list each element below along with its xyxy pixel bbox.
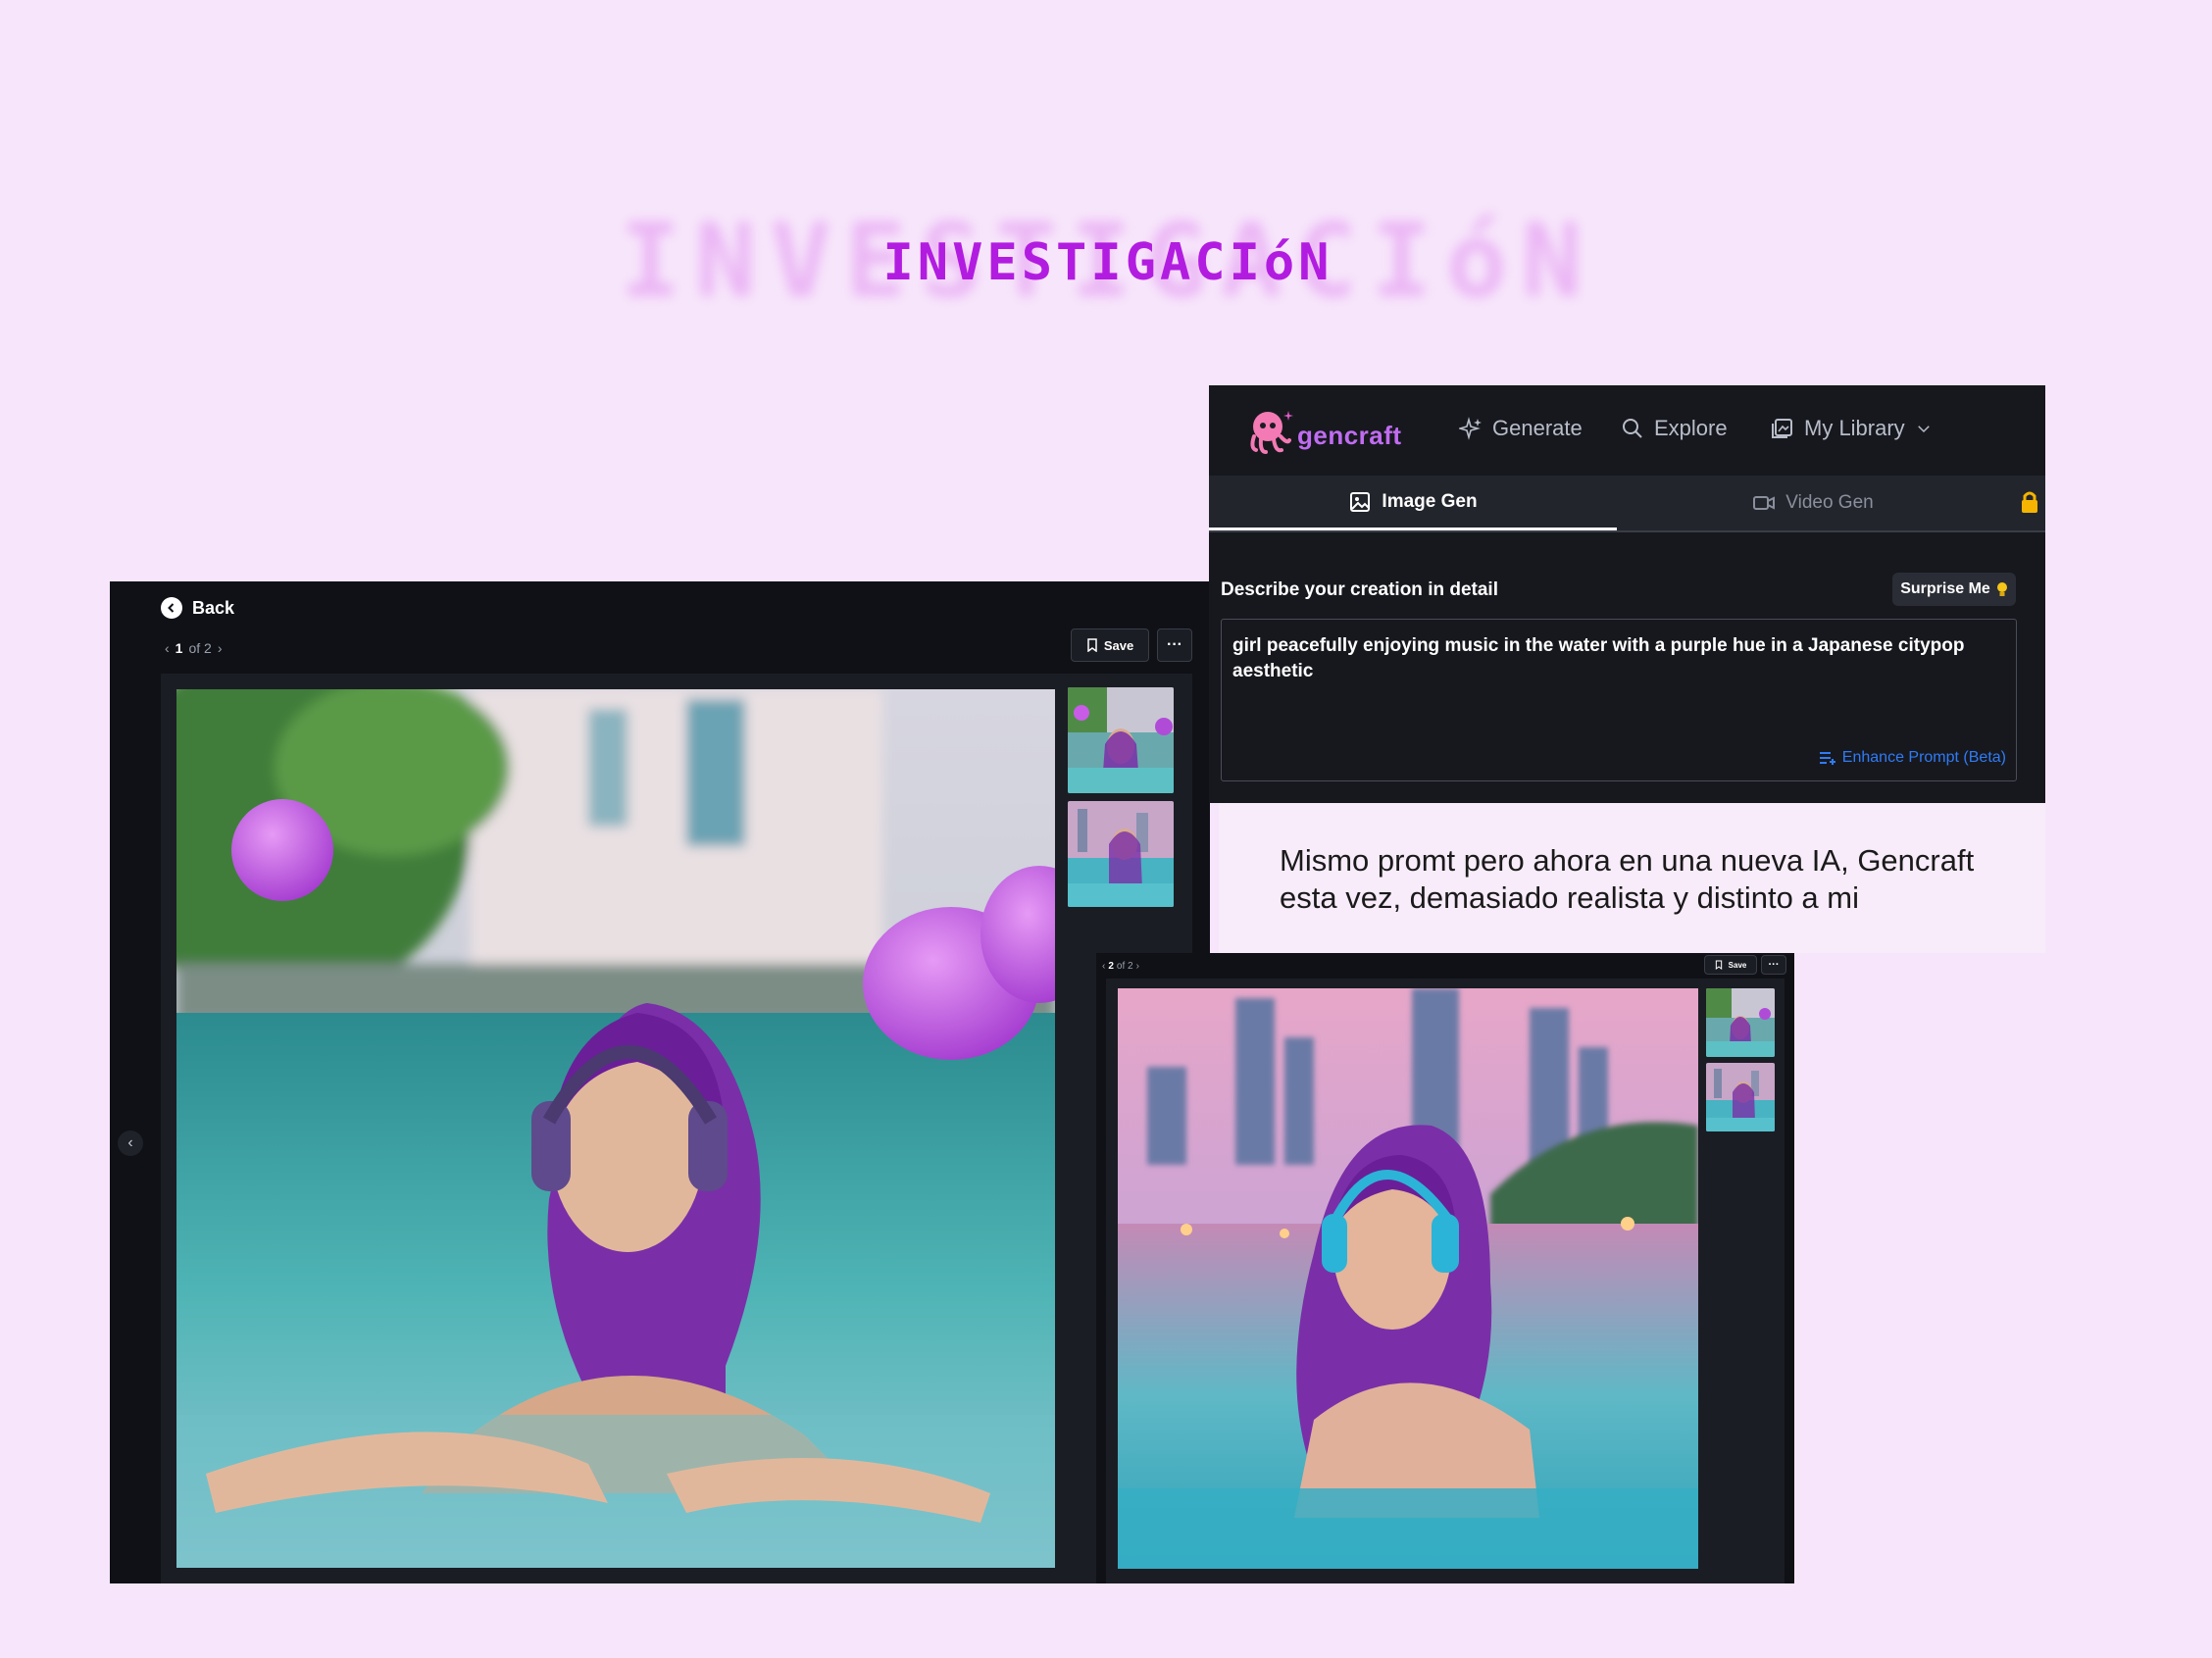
caption-line-1: Mismo promt pero ahora en una nueva IA, … [1280, 843, 1975, 878]
search-icon [1623, 419, 1642, 438]
image-viewer-main: Back ‹ 1 of 2 › Save ··· ‹ [110, 581, 1210, 1583]
tab-video-gen[interactable]: Video Gen [1617, 476, 2009, 530]
pager2-current: 2 [1108, 961, 1114, 972]
prompt-text: girl peacefully enjoying music in the wa… [1232, 635, 1965, 681]
back-label: Back [192, 597, 235, 618]
more-icon: ··· [1167, 636, 1182, 653]
image-stage [161, 674, 1192, 1583]
pager-current: 1 [175, 640, 183, 656]
nav-library-label: My Library [1804, 416, 1905, 440]
nav-my-library[interactable]: My Library [1771, 413, 1933, 444]
nav-explore[interactable]: Explore [1621, 413, 1728, 444]
describe-label: Describe your creation in detail [1221, 579, 1498, 600]
surprise-label: Surprise Me [1900, 580, 1990, 597]
top-nav: gencraft Generate Explore My Library [1209, 385, 2045, 476]
enhance-list-icon [1819, 752, 1835, 765]
tab-image-gen[interactable]: Image Gen [1209, 476, 1617, 530]
bookmark-icon [1715, 960, 1722, 970]
page-title: INVESTIGACIóN [882, 233, 1333, 292]
enhance-prompt-button[interactable]: Enhance Prompt (Beta) [1819, 749, 2006, 767]
generation-tabs: Image Gen Video Gen [1209, 476, 2045, 532]
pager2-next-icon[interactable]: › [1136, 961, 1139, 972]
gencraft-panel: gencraft Generate Explore My Library Ima… [1209, 385, 2045, 803]
library-icon [1772, 419, 1792, 438]
back-button[interactable]: Back [161, 597, 234, 619]
enhance-label: Enhance Prompt (Beta) [1841, 749, 2006, 766]
pagination-2: ‹ 2 of 2 › [1102, 961, 1139, 972]
lock-icon [2022, 491, 2037, 513]
sparkle-icon [1459, 417, 1482, 440]
prompt-input[interactable]: girl peacefully enjoying music in the wa… [1221, 619, 2017, 781]
thumbnail-2-1[interactable] [1706, 988, 1775, 1057]
lightbulb-icon [1996, 582, 2007, 596]
generated-image-secondary [1118, 988, 1698, 1569]
caption-line-2: esta vez, demasiado realista y distinto … [1280, 880, 1859, 915]
thumbnail-1[interactable] [1068, 687, 1174, 793]
nav-explore-label: Explore [1654, 416, 1728, 440]
thumbnail-2-2[interactable] [1706, 1063, 1775, 1131]
surprise-me-button[interactable]: Surprise Me [1892, 573, 2016, 606]
video-camera-icon [1753, 496, 1776, 510]
pager-prev-icon[interactable]: ‹ [165, 640, 170, 656]
nav-generate-label: Generate [1492, 416, 1583, 440]
tab-image-label: Image Gen [1382, 490, 1478, 512]
more-options-button-2[interactable]: ··· [1761, 955, 1786, 975]
save-button[interactable]: Save [1071, 628, 1149, 662]
bookmark-icon [1087, 638, 1097, 652]
thumbnail-2[interactable] [1068, 801, 1174, 907]
gencraft-logo[interactable]: gencraft [1246, 401, 1413, 460]
prev-image-button[interactable]: ‹ [118, 1130, 143, 1156]
pager2-total: of 2 [1116, 961, 1133, 972]
more-options-button[interactable]: ··· [1157, 628, 1192, 662]
back-icon [161, 597, 182, 619]
image-viewer-secondary: ‹ 2 of 2 › Save ··· [1096, 953, 1794, 1583]
generated-image-main [176, 689, 1055, 1568]
tab-video-label: Video Gen [1785, 492, 1874, 513]
more-icon-2: ··· [1768, 959, 1780, 971]
save-button-2[interactable]: Save [1704, 955, 1757, 975]
save-label-2: Save [1728, 960, 1747, 970]
octopus-logo-icon [1250, 411, 1293, 454]
pager2-prev-icon[interactable]: ‹ [1102, 961, 1105, 972]
save-label: Save [1103, 637, 1134, 653]
nav-generate[interactable]: Generate [1459, 413, 1583, 444]
logo-text: gencraft [1297, 421, 1402, 450]
pager-total: of 2 [188, 640, 212, 656]
caption-text: Mismo promt pero ahora en una nueva IA, … [1280, 842, 2044, 917]
image-stage-2 [1106, 979, 1785, 1583]
chevron-down-icon [1917, 426, 1930, 433]
pager-next-icon[interactable]: › [218, 640, 223, 656]
image-icon [1350, 491, 1371, 512]
pagination: ‹ 1 of 2 › [165, 640, 223, 656]
